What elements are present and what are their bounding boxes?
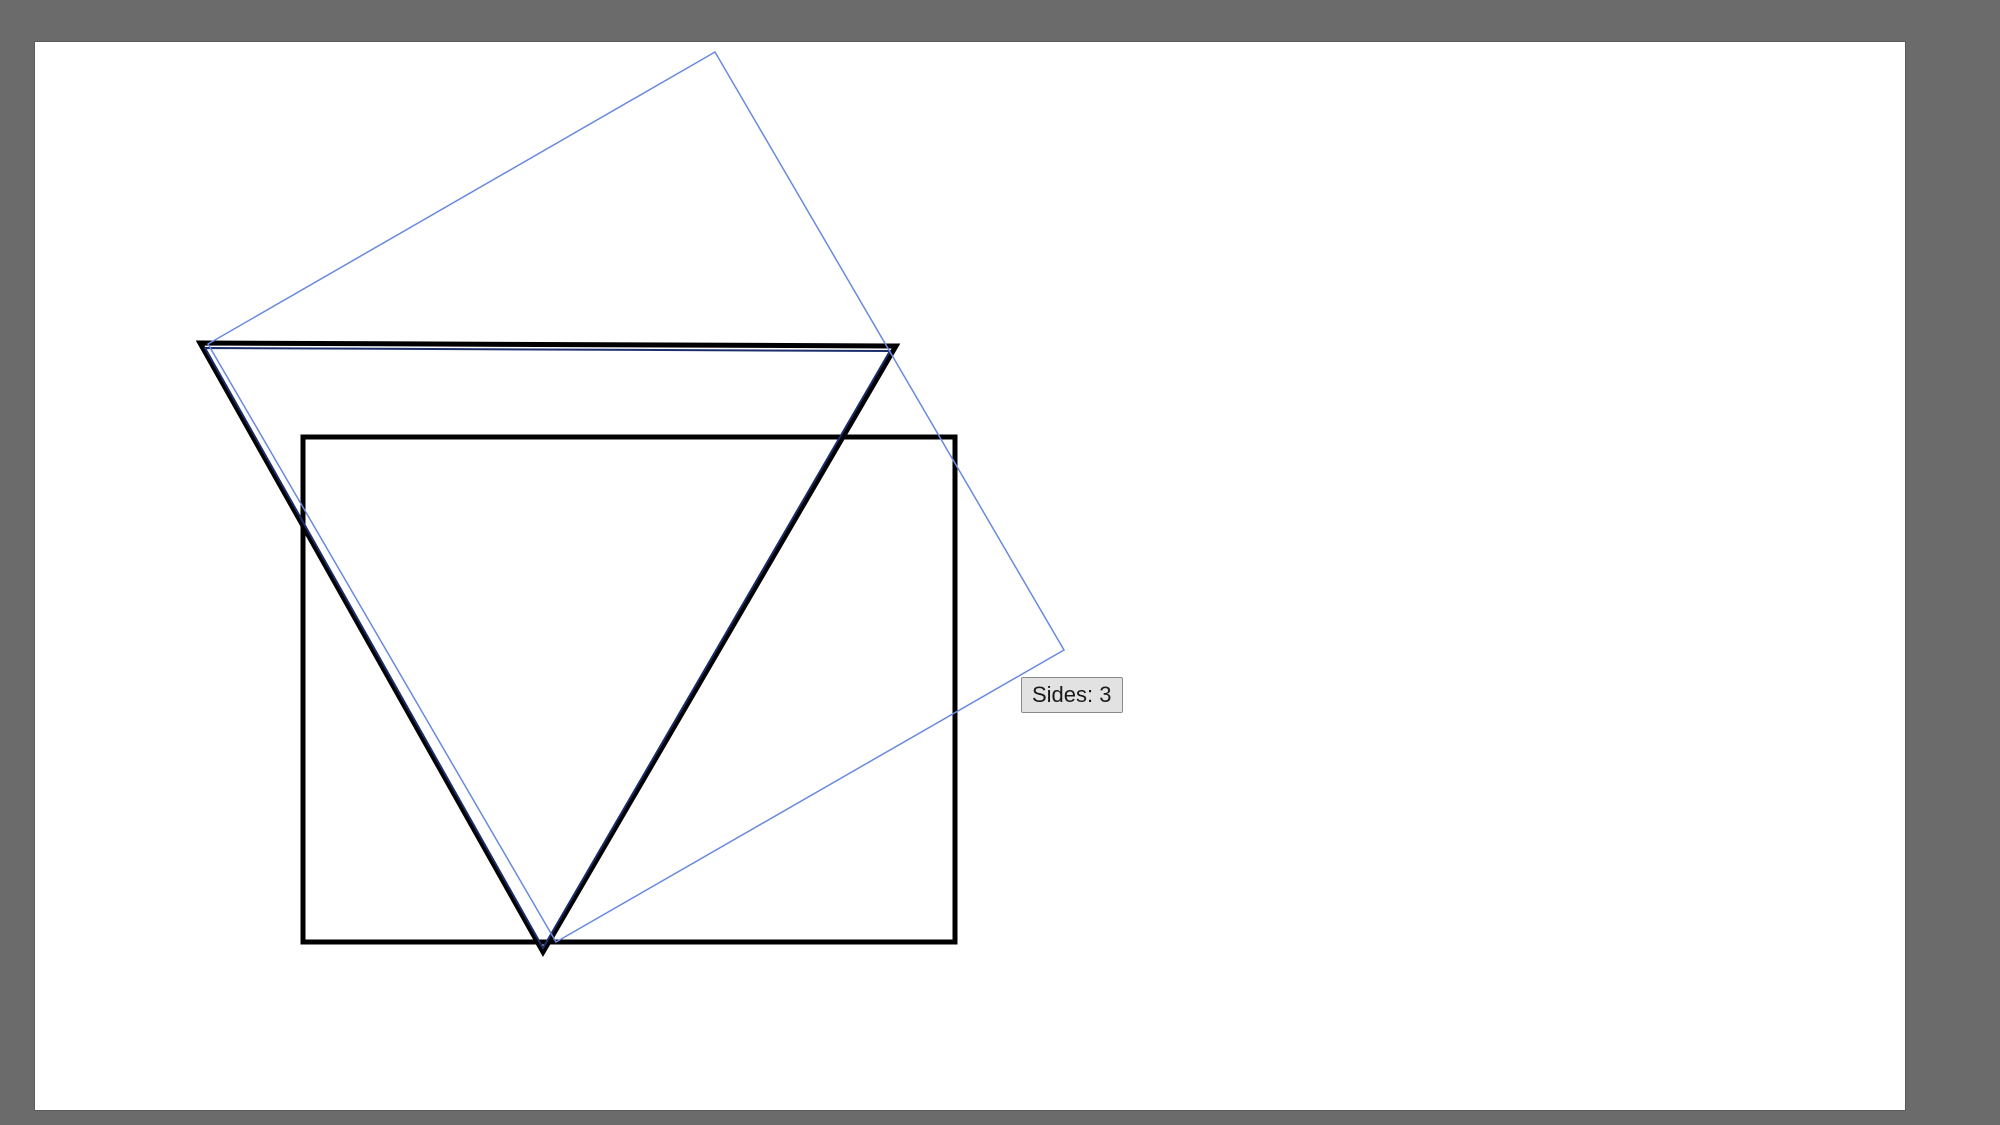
canvas-svg[interactable]: [35, 42, 1905, 1110]
sides-tooltip-label: Sides:: [1032, 682, 1093, 707]
sides-tooltip-value: 3: [1099, 682, 1111, 707]
square-shape[interactable]: [303, 437, 955, 942]
canvas-artboard[interactable]: Sides: 3: [35, 42, 1905, 1110]
sides-tooltip: Sides: 3: [1021, 677, 1123, 713]
selection-bounding-box[interactable]: [208, 52, 1064, 942]
